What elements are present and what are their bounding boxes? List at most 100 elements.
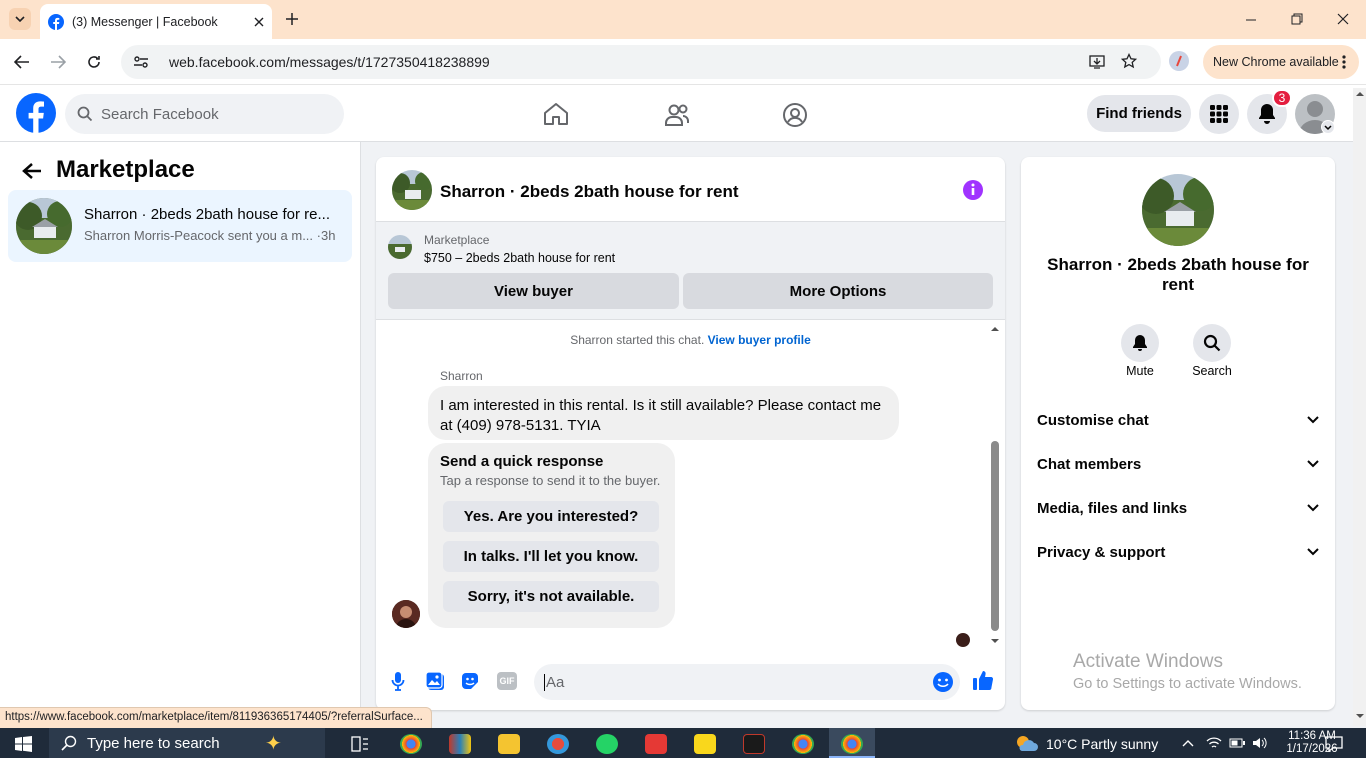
view-buyer-button[interactable]: View buyer (388, 273, 679, 309)
volume-icon[interactable] (1252, 737, 1268, 749)
conversation-time: ·3h (316, 228, 336, 243)
new-tab-icon[interactable] (285, 12, 299, 26)
customise-chat-label: Customise chat (1037, 411, 1149, 429)
info-avatar[interactable] (1142, 174, 1214, 246)
kebab-menu-icon[interactable] (1342, 55, 1346, 69)
conversation-item[interactable]: Sharron · 2beds 2bath house for re... Sh… (8, 190, 352, 262)
search-conversation-button[interactable] (1193, 324, 1231, 362)
chat-members-section[interactable]: Chat members (1037, 452, 1319, 476)
chat-info-panel: Sharron · 2beds 2bath house for rent Mut… (1021, 157, 1335, 710)
browser-tab-bar: (3) Messenger | Facebook (0, 0, 1366, 39)
taskbar-search[interactable]: Type here to search ✦ (49, 728, 325, 758)
address-bar[interactable]: web.facebook.com/messages/t/172735041823… (121, 45, 1161, 79)
chevron-down-icon (1307, 460, 1319, 468)
app-taskbar-icon[interactable] (449, 734, 471, 754)
chevron-up-icon[interactable] (1182, 739, 1194, 747)
listing-banner: Marketplace $750 – 2beds 2bath house for… (376, 222, 1005, 320)
app-dark-icon[interactable] (743, 734, 765, 754)
home-icon[interactable] (543, 102, 569, 126)
wifi-icon[interactable] (1206, 736, 1222, 750)
minimize-icon[interactable] (1245, 14, 1257, 26)
privacy-support-section[interactable]: Privacy & support (1037, 540, 1319, 564)
media-app-icon[interactable] (547, 734, 569, 754)
search-icon (1203, 334, 1221, 352)
anydesk-icon[interactable] (645, 734, 667, 754)
chat-scroll-down-icon[interactable] (991, 639, 999, 644)
scroll-down-icon[interactable] (1356, 714, 1364, 719)
more-options-label: More Options (789, 282, 887, 300)
read-receipt-avatar (956, 633, 970, 647)
search-icon (77, 106, 93, 122)
page-scrollbar[interactable] (1353, 88, 1366, 726)
scroll-up-icon[interactable] (1356, 91, 1364, 96)
photo-icon[interactable] (425, 671, 445, 691)
chevron-down-icon (15, 16, 25, 22)
back-icon[interactable] (14, 55, 30, 69)
message-input[interactable]: Aa (534, 664, 960, 700)
chat-started-text: Sharron started this chat. (570, 333, 705, 347)
customise-chat-section[interactable]: Customise chat (1037, 408, 1319, 432)
info-icon[interactable] (962, 179, 984, 201)
quick-response-in-talks[interactable]: In talks. I'll let you know. (443, 541, 659, 572)
browser-toolbar: web.facebook.com/messages/t/172735041823… (0, 39, 1366, 85)
tab-messenger[interactable]: (3) Messenger | Facebook (40, 4, 272, 39)
sender-avatar[interactable] (392, 600, 420, 628)
conversation-preview: Sharron Morris-Peacock sent you a m... ·… (84, 228, 335, 243)
chevron-down-icon (1324, 125, 1332, 131)
battery-icon[interactable] (1229, 738, 1245, 748)
url-text: web.facebook.com/messages/t/172735041823… (169, 54, 490, 70)
quick-response-card: Send a quick response Tap a response to … (428, 443, 675, 628)
weather-text[interactable]: 10°C Partly sunny (1046, 736, 1158, 752)
forward-icon[interactable] (50, 55, 66, 69)
facebook-logo-icon[interactable] (16, 93, 56, 133)
quick-response-yes[interactable]: Yes. Are you interested? (443, 501, 659, 532)
notification-center-icon[interactable] (1325, 736, 1343, 752)
site-info-icon[interactable] (133, 54, 149, 70)
chat-header-avatar[interactable] (392, 170, 432, 210)
chrome-taskbar-icon[interactable] (400, 734, 422, 754)
chrome-update-label: New Chrome available (1213, 55, 1339, 69)
restore-icon[interactable] (1291, 13, 1303, 25)
install-app-icon[interactable] (1089, 54, 1105, 70)
chrome-active-taskbar-button[interactable] (829, 728, 875, 758)
menu-button[interactable] (1199, 94, 1239, 134)
whatsapp-icon[interactable] (596, 734, 618, 754)
thumbs-up-icon[interactable] (972, 669, 994, 691)
profile-avatar-icon[interactable] (1169, 51, 1189, 71)
file-explorer-icon[interactable] (498, 734, 520, 754)
sticker-icon[interactable] (460, 671, 480, 691)
conversation-name: Sharron · 2beds 2bath house for re... (84, 206, 330, 223)
media-files-links-section[interactable]: Media, files and links (1037, 496, 1319, 520)
info-name-line-2: rent (1161, 275, 1195, 294)
sticky-notes-icon[interactable] (694, 734, 716, 754)
windows-taskbar: Type here to search ✦ 10°C Partly sunny … (0, 728, 1366, 758)
find-friends-button[interactable]: Find friends (1087, 95, 1191, 132)
close-window-icon[interactable] (1337, 13, 1349, 25)
chrome-update-button[interactable]: New Chrome available (1203, 45, 1359, 79)
task-view-icon[interactable] (351, 736, 369, 752)
chat-scrollbar[interactable] (990, 323, 1000, 647)
quick-response-not-available[interactable]: Sorry, it's not available. (443, 581, 659, 612)
close-tab-icon[interactable] (254, 17, 264, 27)
reload-icon[interactable] (86, 54, 102, 70)
emoji-icon[interactable] (932, 671, 954, 693)
mute-button[interactable] (1121, 324, 1159, 362)
groups-icon[interactable] (782, 102, 808, 128)
chat-members-label: Chat members (1037, 455, 1142, 473)
microphone-icon[interactable] (391, 671, 405, 691)
gif-icon[interactable]: GIF (497, 672, 517, 690)
facebook-search-input[interactable]: Search Facebook (65, 94, 344, 134)
message-bubble[interactable]: I am interested in this rental. Is it st… (428, 386, 899, 440)
back-arrow-icon[interactable] (22, 162, 42, 180)
windows-start-icon[interactable] (15, 736, 32, 752)
bookmark-star-icon[interactable] (1121, 53, 1137, 69)
chat-scroll-up-icon[interactable] (991, 326, 999, 331)
friends-icon[interactable] (664, 103, 690, 127)
account-chevron[interactable] (1321, 120, 1335, 134)
chrome-profile-icon[interactable] (792, 734, 814, 754)
chat-scroll-thumb[interactable] (991, 441, 999, 631)
view-buyer-profile-link[interactable]: View buyer profile (708, 333, 811, 347)
tab-search-button[interactable] (9, 8, 31, 30)
listing-detail: $750 – 2beds 2bath house for rent (424, 251, 616, 265)
more-options-button[interactable]: More Options (683, 273, 993, 309)
